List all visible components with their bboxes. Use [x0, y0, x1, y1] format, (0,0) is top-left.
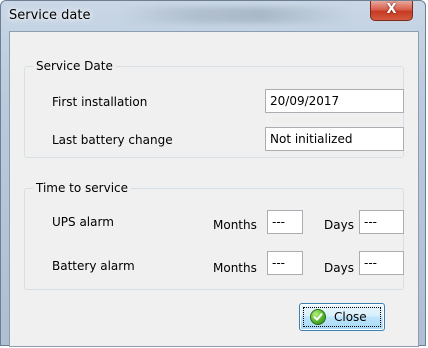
title-bar-glass-blur — [121, 7, 351, 23]
close-button[interactable]: Close — [299, 303, 385, 331]
battery-alarm-days-field[interactable]: --- — [359, 251, 404, 275]
dialog-client-area: Service Date First installation 20/09/20… — [9, 31, 419, 347]
ups-alarm-days-field[interactable]: --- — [359, 210, 404, 234]
battery-alarm-label: Battery alarm — [52, 259, 135, 273]
last-battery-change-label: Last battery change — [52, 133, 173, 147]
close-icon: X — [386, 2, 397, 17]
battery-alarm-days-label: Days — [324, 261, 354, 275]
window-close-button[interactable]: X — [370, 1, 413, 21]
ups-alarm-months-label: Months — [213, 218, 257, 232]
ups-alarm-label: UPS alarm — [52, 215, 114, 229]
first-installation-field[interactable]: 20/09/2017 — [265, 89, 404, 113]
close-button-label: Close — [334, 310, 367, 324]
battery-alarm-months-field[interactable]: --- — [267, 251, 303, 275]
service-date-dialog: Service date X Service Date First instal… — [0, 0, 427, 347]
check-icon — [310, 309, 326, 325]
time-to-service-group-label: Time to service — [33, 180, 132, 196]
first-installation-label: First installation — [52, 95, 148, 109]
service-date-group-label: Service Date — [33, 58, 116, 74]
ups-alarm-months-field[interactable]: --- — [267, 210, 303, 234]
battery-alarm-months-label: Months — [213, 261, 257, 275]
title-bar[interactable]: Service date X — [1, 1, 427, 31]
ups-alarm-days-label: Days — [324, 218, 354, 232]
last-battery-change-field[interactable]: Not initialized — [265, 127, 404, 151]
window-title: Service date — [9, 8, 91, 23]
